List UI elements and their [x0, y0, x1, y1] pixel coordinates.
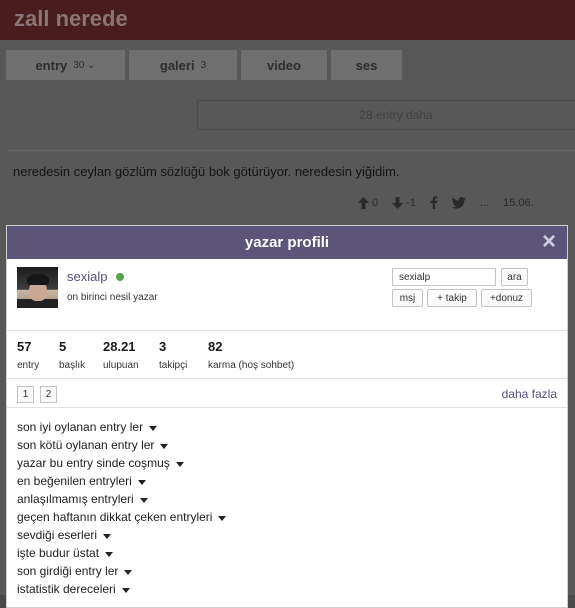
tab-ses[interactable]: ses: [331, 50, 402, 80]
arrow-up-icon: [358, 196, 369, 209]
section-son-girdigi[interactable]: son girdiği entry ler: [17, 562, 567, 580]
tab-galeri[interactable]: galeri 3: [129, 50, 237, 80]
tab-video[interactable]: video: [241, 50, 327, 80]
section-son-iyi-oylanan[interactable]: son iyi oylanan entry ler: [17, 418, 567, 436]
section-label: sevdiği eserleri: [17, 528, 98, 542]
downvote-count: -1: [406, 196, 416, 209]
follow-button[interactable]: + takip: [427, 289, 477, 307]
section-label: işte budur üstat: [17, 546, 100, 560]
section-label: istatistik dereceleri: [17, 582, 116, 596]
stat-takipci-label: takipçi: [159, 360, 188, 371]
arrow-down-icon: [392, 196, 404, 209]
avatar: [17, 267, 58, 308]
stat-entry: 57 entry: [17, 339, 39, 371]
stat-ulupuan-value: 28.21: [103, 339, 136, 354]
caret-down-icon: [121, 587, 130, 593]
stats-row: 57 entry 5 başlık 28.21 ulupuan 3 takipç…: [7, 331, 567, 379]
entry-text: neredesin ceylan gözlüm sözlüğü bok götü…: [13, 164, 400, 179]
stat-karma-label: karma (hoş sohbet): [208, 360, 295, 371]
search-button[interactable]: ara: [501, 268, 528, 286]
section-label: geçen haftanın dikkat çeken entryleri: [17, 510, 213, 524]
more-entries-button[interactable]: 28 entry daha: [197, 100, 575, 130]
stat-entry-value: 57: [17, 339, 32, 354]
more-actions[interactable]: ...: [480, 197, 489, 209]
section-istatistik[interactable]: istatistik dereceleri: [17, 580, 567, 598]
modal-title: yazar profili: [244, 234, 330, 251]
stat-baslik-label: başlık: [59, 360, 86, 371]
section-son-kotu-oylanan[interactable]: son kötü oylanan entry ler: [17, 436, 567, 454]
caret-down-icon: [139, 497, 148, 503]
author-search-input[interactable]: [392, 268, 496, 286]
section-label: anlaşılmamış entryleri: [17, 492, 134, 506]
modal-header: yazar profili ×: [7, 226, 567, 259]
stat-ulupuan: 28.21 ulupuan: [103, 339, 139, 371]
pager-row: 1 2 daha fazla: [7, 379, 567, 408]
close-icon[interactable]: ×: [538, 229, 560, 255]
entry-divider: [8, 150, 575, 151]
entry-actions: 0 -1 ... 15.06.: [358, 196, 534, 209]
caret-down-icon: [149, 425, 158, 431]
page-1-button[interactable]: 1: [17, 386, 34, 403]
username-link[interactable]: sexialp: [67, 269, 107, 284]
user-rank: on birinci nesil yazar: [67, 292, 158, 303]
message-button[interactable]: msj: [392, 289, 423, 307]
page-2-button[interactable]: 2: [40, 386, 57, 403]
tab-galeri-label: galeri: [159, 57, 195, 73]
stat-karma: 82 karma (hoş sohbet): [208, 339, 294, 371]
tab-entry-label: entry: [35, 57, 68, 73]
caret-down-icon: [137, 479, 146, 485]
stat-ulupuan-label: ulupuan: [103, 360, 139, 371]
tab-video-label: video: [267, 57, 301, 73]
section-sevdigi-eserler[interactable]: sevdiği eserleri: [17, 526, 567, 544]
online-status-icon: [116, 273, 124, 281]
stat-takipci-value: 3: [159, 339, 167, 354]
stat-entry-label: entry: [17, 360, 40, 371]
section-label: en beğenilen entryleri: [17, 474, 132, 488]
section-gecen-hafta[interactable]: geçen haftanın dikkat çeken entryleri: [17, 508, 567, 526]
upvote-count: 0: [372, 196, 379, 209]
section-iste-budur[interactable]: işte budur üstat: [17, 544, 567, 562]
caret-down-icon: [103, 533, 112, 539]
tab-entry[interactable]: entry 30 ⌄: [6, 50, 125, 80]
section-en-begenilen[interactable]: en beğenilen entryleri: [17, 472, 567, 490]
stat-baslik-value: 5: [59, 339, 67, 354]
section-label: son girdiği entry ler: [17, 564, 119, 578]
caret-down-icon: [105, 551, 114, 557]
tab-bar: entry 30 ⌄ galeri 3 video ses: [6, 50, 402, 80]
caret-down-icon: [218, 515, 227, 521]
section-cosmus[interactable]: yazar bu entry sinde coşmuş: [17, 454, 567, 472]
tab-galeri-count: 3: [200, 59, 207, 71]
tab-ses-label: ses: [355, 57, 378, 73]
more-link[interactable]: daha fazla: [502, 387, 557, 401]
entry-date: 15.06.: [503, 196, 534, 209]
section-label: yazar bu entry sinde coşmuş: [17, 456, 170, 470]
topic-header: zall nerede: [0, 0, 575, 40]
section-label: son kötü oylanan entry ler: [17, 438, 155, 452]
stat-baslik: 5 başlık: [59, 339, 85, 371]
downvote-button[interactable]: -1: [392, 196, 416, 209]
upvote-button[interactable]: 0: [358, 196, 379, 209]
section-anlasilmamis[interactable]: anlaşılmamış entryleri: [17, 490, 567, 508]
author-profile-modal: yazar profili × sexialp on birinci nesil…: [6, 225, 568, 608]
tab-entry-count: 30 ⌄: [73, 59, 96, 71]
stat-karma-value: 82: [208, 339, 223, 354]
section-label: son iyi oylanan entry ler: [17, 420, 144, 434]
facebook-icon[interactable]: [430, 196, 438, 209]
caret-down-icon: [175, 461, 184, 467]
profile-row: sexialp on birinci nesil yazar ara msj +…: [7, 259, 567, 331]
twitter-icon[interactable]: [451, 196, 466, 209]
stat-takipci: 3 takipçi: [159, 339, 187, 371]
topic-title: zall nerede: [14, 6, 128, 31]
section-list: son iyi oylanan entry ler son kötü oylan…: [7, 408, 567, 598]
caret-down-icon: [124, 569, 133, 575]
donuz-button[interactable]: +donuz: [481, 289, 532, 307]
caret-down-icon: [160, 443, 169, 449]
